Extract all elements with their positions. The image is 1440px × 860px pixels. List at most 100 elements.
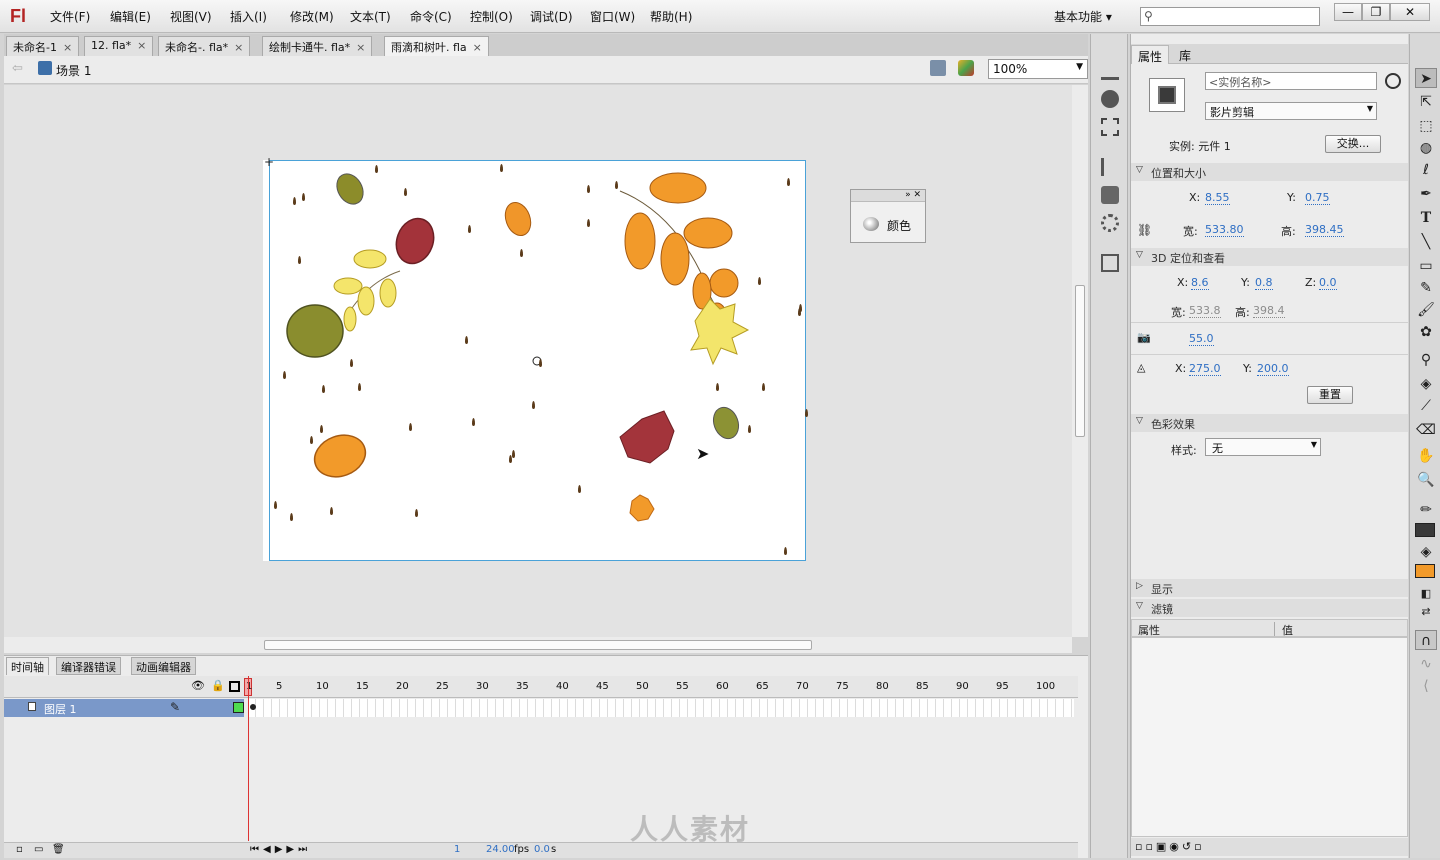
eyedropper-tool-icon[interactable]: ⟋ — [1415, 396, 1437, 416]
close-icon[interactable]: × — [356, 41, 365, 54]
stage-area[interactable]: + ➤ » ✕ 颜色 — [4, 85, 1072, 637]
menu-commands[interactable]: 命令(C) — [410, 8, 452, 25]
height-field[interactable]: 398.45 — [1305, 223, 1344, 237]
brush-tool-icon[interactable]: 🖌 — [1415, 300, 1437, 320]
bone-tool-icon[interactable]: ⚲ — [1415, 350, 1437, 370]
panel-header[interactable]: » ✕ — [851, 190, 925, 202]
menu-insert[interactable]: 插入(I) — [230, 8, 267, 25]
workspace-switcher[interactable]: 基本功能 ▾ — [1054, 8, 1112, 25]
vanishing-x-field[interactable]: 275.0 — [1189, 362, 1221, 376]
new-layer-icon[interactable]: ▫ — [16, 844, 23, 855]
scene-breadcrumb[interactable]: 场景 1 — [56, 62, 91, 79]
minimize-button[interactable]: — — [1334, 3, 1362, 21]
zoom-tool-icon[interactable]: 🔍 — [1415, 470, 1437, 490]
info-icon[interactable] — [1101, 90, 1119, 108]
eraser-tool-icon[interactable]: ⌫ — [1415, 420, 1437, 440]
hand-tool-icon[interactable]: ✋ — [1415, 446, 1437, 466]
edit-scene-icon[interactable] — [930, 60, 946, 76]
new-folder-icon[interactable]: ▭ — [34, 844, 43, 855]
filter-buttons-icon[interactable]: ▫▫▣◉↺▫ — [1135, 840, 1205, 853]
free-transform-tool-icon[interactable]: ⬚ — [1415, 116, 1437, 136]
scroll-thumb[interactable] — [1075, 285, 1085, 437]
keyframe-marker[interactable] — [250, 704, 256, 710]
swap-button[interactable]: 交换... — [1325, 135, 1381, 153]
deco-tool-icon[interactable]: ✿ — [1415, 322, 1437, 342]
color-panel[interactable]: » ✕ 颜色 — [850, 189, 926, 243]
menu-control[interactable]: 控制(O) — [470, 8, 513, 25]
tab-12-fla[interactable]: 12. fla* × — [84, 36, 154, 56]
tab-library[interactable]: 库 — [1173, 45, 1197, 64]
transform-icon[interactable] — [1101, 118, 1119, 136]
outline-icon[interactable] — [229, 681, 240, 692]
swap-colors-icon[interactable]: ⇄ — [1415, 602, 1437, 622]
section-display[interactable]: 显示 — [1131, 579, 1408, 597]
eye-icon[interactable]: 👁 — [191, 679, 205, 692]
vertical-scrollbar[interactable] — [1072, 85, 1088, 637]
layer-name[interactable]: 图层 1 — [44, 701, 77, 717]
3d-rotation-tool-icon[interactable]: ◍ — [1415, 138, 1437, 158]
menu-window[interactable]: 窗口(W) — [590, 8, 635, 25]
pen-tool-icon[interactable]: ✒ — [1415, 184, 1437, 204]
frame-rate[interactable]: 24.00 — [486, 844, 515, 855]
pencil-tool-icon[interactable]: ✎ — [1415, 278, 1437, 298]
link-icon[interactable]: ⛓ — [1137, 223, 1152, 237]
stage-canvas[interactable]: + ➤ — [264, 155, 808, 561]
tab-motion-editor[interactable]: 动画编辑器 — [131, 657, 196, 675]
text-tool-icon[interactable]: T — [1415, 208, 1437, 228]
section-position-size[interactable]: 位置和大小 — [1131, 163, 1408, 181]
close-icon[interactable]: × — [234, 41, 243, 54]
maximize-button[interactable]: ❐ — [1362, 3, 1390, 21]
edit-instance-icon[interactable] — [1385, 73, 1401, 89]
motion-presets-icon[interactable] — [1101, 214, 1119, 232]
instance-name-input[interactable]: <实例名称> — [1205, 72, 1377, 90]
vanishing-y-field[interactable]: 200.0 — [1257, 362, 1289, 376]
project-icon[interactable] — [1101, 254, 1119, 272]
reset-button[interactable]: 重置 — [1307, 386, 1353, 404]
style-select[interactable]: 无 ▼ — [1205, 438, 1321, 456]
straighten-icon[interactable]: ⟨ — [1415, 676, 1437, 696]
scroll-thumb[interactable] — [264, 640, 812, 650]
layer-row[interactable]: 图层 1 ✎ — [4, 699, 244, 717]
filter-list[interactable] — [1131, 637, 1408, 837]
lock-icon[interactable]: 🔒 — [211, 679, 225, 692]
snap-to-objects-icon[interactable]: ∩ — [1415, 630, 1437, 650]
tab-compiler-errors[interactable]: 编译器错误 — [56, 657, 121, 675]
tab-raindrops-leaves[interactable]: 雨滴和树叶. fla × — [384, 36, 489, 56]
tab-untitled-fla[interactable]: 未命名-. fla* × — [158, 36, 251, 56]
menu-edit[interactable]: 编辑(E) — [110, 8, 151, 25]
menu-debug[interactable]: 调试(D) — [530, 8, 573, 25]
black-white-icon[interactable]: ◧ — [1415, 584, 1437, 604]
line-tool-icon[interactable]: ╲ — [1415, 232, 1437, 252]
x3d-field[interactable]: 8.6 — [1191, 276, 1209, 290]
fill-color-swatch[interactable] — [1415, 564, 1435, 578]
tab-properties[interactable]: 属性 — [1131, 45, 1170, 64]
menu-text[interactable]: 文本(T) — [350, 8, 391, 25]
history-icon[interactable] — [1101, 158, 1119, 176]
close-icon[interactable]: × — [63, 41, 72, 54]
menu-view[interactable]: 视图(V) — [170, 8, 212, 25]
align-icon[interactable] — [1101, 62, 1119, 80]
y3d-field[interactable]: 0.8 — [1255, 276, 1273, 290]
x-field[interactable]: 8.55 — [1205, 191, 1230, 205]
horizontal-scrollbar[interactable] — [4, 637, 1072, 653]
menu-modify[interactable]: 修改(M) — [290, 8, 334, 25]
close-icon[interactable]: × — [473, 41, 482, 54]
stroke-color-swatch[interactable] — [1415, 523, 1435, 537]
perspective-angle-field[interactable]: 55.0 — [1189, 332, 1214, 346]
section-filters[interactable]: 滤镜 — [1131, 599, 1408, 617]
section-3d-position[interactable]: 3D 定位和查看 — [1131, 248, 1408, 266]
tab-timeline[interactable]: 时间轴 — [6, 657, 49, 675]
delete-layer-icon[interactable]: 🗑 — [52, 844, 65, 855]
menu-file[interactable]: 文件(F) — [50, 8, 90, 25]
back-arrow-icon[interactable]: ⇦ — [12, 61, 23, 76]
help-search-input[interactable]: ⚲ — [1140, 7, 1320, 26]
edit-symbols-icon[interactable] — [958, 60, 974, 76]
tab-cartoon-cow[interactable]: 绘制卡通牛. fla* × — [262, 36, 373, 56]
symbol-type-select[interactable]: 影片剪辑 ▼ — [1205, 102, 1377, 120]
menu-help[interactable]: 帮助(H) — [650, 8, 692, 25]
subselection-tool-icon[interactable]: ⇱ — [1415, 92, 1437, 112]
selection-tool-icon[interactable]: ➤ — [1415, 68, 1437, 88]
lasso-tool-icon[interactable]: ℓ — [1415, 160, 1437, 180]
frames-row[interactable] — [248, 699, 1074, 717]
components-icon[interactable] — [1101, 186, 1119, 204]
